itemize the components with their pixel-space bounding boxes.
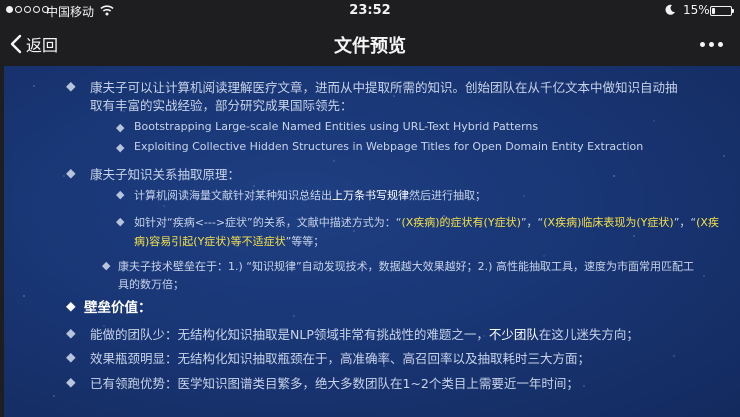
bullet-diamond: ◆ [66,78,76,93]
document-preview[interactable]: ◆ 康夫子可以让计算机阅读理解医疗文章，进而从中提取所需的知识。创始团队在从千亿… [4,66,740,417]
more-dots-icon [699,41,705,47]
bullet-diamond: ◆ [66,325,76,340]
sub-item-2-cont: 病)容易引起(Y症状)等不适症状”等等； [134,235,325,248]
bullet-diamond: ◆ [116,121,125,134]
bullet-diamond: ◆ [116,215,125,228]
bullet-diamond: ◆ [66,349,76,364]
screen: 中国移动 23:52 15% 返回 文件预览 ◆ 康夫子可以让计算机阅读理解医疗… [0,0,740,417]
value-item-1: 能做的团队少：无结构化知识抽取是NLP领域非常有挑战性的难题之一，不少团队在这儿… [90,327,639,342]
paragraph-line: 康夫子可以让计算机阅读理解医疗文章，进而从中提取所需的知识。创始团队在从千亿文本… [90,80,678,95]
sub-item-1: 计算机阅读海量文献针对某种知识总结出上万条书写规律然后进行抽取； [134,189,486,202]
bullet-diamond: ◆ [66,374,76,389]
bullet-diamond: ◆ [116,141,125,154]
section-heading: 康夫子知识关系抽取原理： [90,167,241,182]
status-bar: 中国移动 23:52 15% [0,0,740,22]
battery-icon [710,6,734,16]
status-time: 23:52 [349,3,391,18]
bullet-diamond: ◆ [66,165,76,180]
value-item-2: 效果瓶颈明显：无结构化知识抽取瓶颈在于，高准确率、高召回率以及抽取耗时三大方面； [90,351,591,366]
bullet-diamond: ◆ [102,259,111,272]
more-options-button[interactable] [694,36,728,52]
bullet-diamond: ◆ [116,188,125,201]
paragraph-line: 取有丰富的实战经验，部分研究成果国际领先： [90,98,353,113]
nav-bar: 返回 文件预览 [0,22,740,66]
sub-item-3-cont: 具的数万倍； [118,278,184,291]
paper-title: Exploiting Collective Hidden Structures … [134,140,644,153]
do-not-disturb-moon-icon [665,4,675,15]
sub-item-2: 如针对“疾病<--->症状”的关系，文献中描述方式为：“(X疾病)的症状有(Y症… [134,216,719,229]
battery-level-fill [712,8,715,14]
value-item-3: 已有领跑优势：医学知识图谱类目繁多，绝大多数团队在1~2个类目上需要近一年时间； [90,376,579,391]
sub-item-3: 康夫子技术壁垒在于：1.) “知识规律”自动发现技术，数据越大效果越好；2.) … [118,260,694,273]
bullet-diamond: ◆ [66,298,76,313]
section-heading-value: 壁垒价值： [84,300,152,316]
paper-title: Bootstrapping Large-scale Named Entities… [134,120,539,133]
battery-percent: 15% [683,3,710,17]
slide-content: ◆ 康夫子可以让计算机阅读理解医疗文章，进而从中提取所需的知识。创始团队在从千亿… [4,66,740,417]
page-title: 文件预览 [334,36,406,57]
